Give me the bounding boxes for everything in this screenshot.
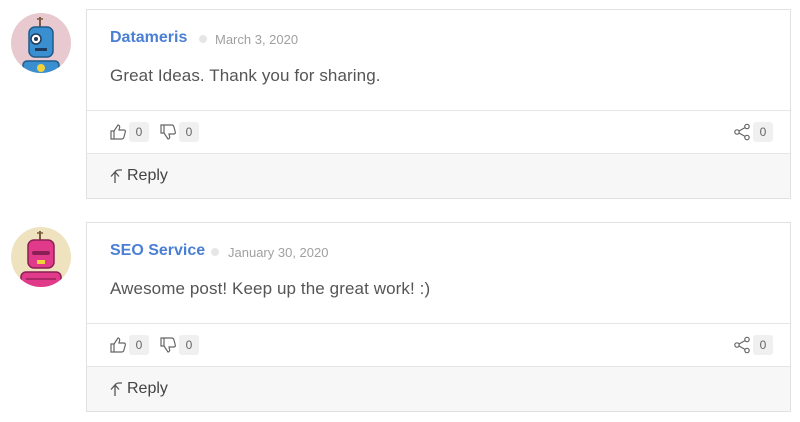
thumbs-up-icon[interactable] xyxy=(109,336,127,354)
share-count: 0 xyxy=(753,122,773,142)
reply-arrow-icon xyxy=(110,382,122,396)
dislike-count: 0 xyxy=(179,335,199,355)
thumbs-down-icon[interactable] xyxy=(159,336,177,354)
comment-actions: 0 0 0 xyxy=(87,323,790,366)
reply-button[interactable]: Reply xyxy=(110,380,168,398)
comment-card: SEO Service January 30, 2020 Awesome pos… xyxy=(86,222,791,412)
like-count: 0 xyxy=(129,122,149,142)
comment-header: SEO Service January 30, 2020 Awesome pos… xyxy=(87,223,790,298)
comment-date: January 30, 2020 xyxy=(228,245,329,260)
comment-card: Datameris March 3, 2020 Great Ideas. Tha… xyxy=(86,9,791,199)
share-count: 0 xyxy=(753,335,773,355)
share-icon[interactable] xyxy=(733,336,751,354)
reply-bar: Reply xyxy=(87,366,790,411)
share-icon[interactable] xyxy=(733,123,751,141)
like-count: 0 xyxy=(129,335,149,355)
robot-avatar-icon xyxy=(11,13,71,73)
reply-arrow-icon xyxy=(110,169,122,183)
comment-date: March 3, 2020 xyxy=(215,32,299,47)
comment-author[interactable]: Datameris xyxy=(110,29,187,47)
reply-bar: Reply xyxy=(87,153,790,198)
avatar[interactable] xyxy=(11,13,71,73)
comment-author[interactable]: SEO Service xyxy=(110,242,205,260)
reply-button[interactable]: Reply xyxy=(110,167,168,185)
robot-avatar-icon xyxy=(11,227,71,287)
reply-label: Reply xyxy=(127,380,168,397)
dislike-count: 0 xyxy=(179,122,199,142)
comment-actions: 0 0 0 xyxy=(87,110,790,153)
thumbs-up-icon[interactable] xyxy=(109,123,127,141)
thumbs-down-icon[interactable] xyxy=(159,123,177,141)
separator-dot xyxy=(199,35,207,43)
separator-dot xyxy=(211,248,219,256)
comment-header: Datameris March 3, 2020 Great Ideas. Tha… xyxy=(87,10,790,85)
comment-text: Awesome post! Keep up the great work! :) xyxy=(110,279,431,298)
reply-label: Reply xyxy=(127,167,168,184)
comment-text: Great Ideas. Thank you for sharing. xyxy=(110,66,381,85)
avatar[interactable] xyxy=(11,227,71,287)
